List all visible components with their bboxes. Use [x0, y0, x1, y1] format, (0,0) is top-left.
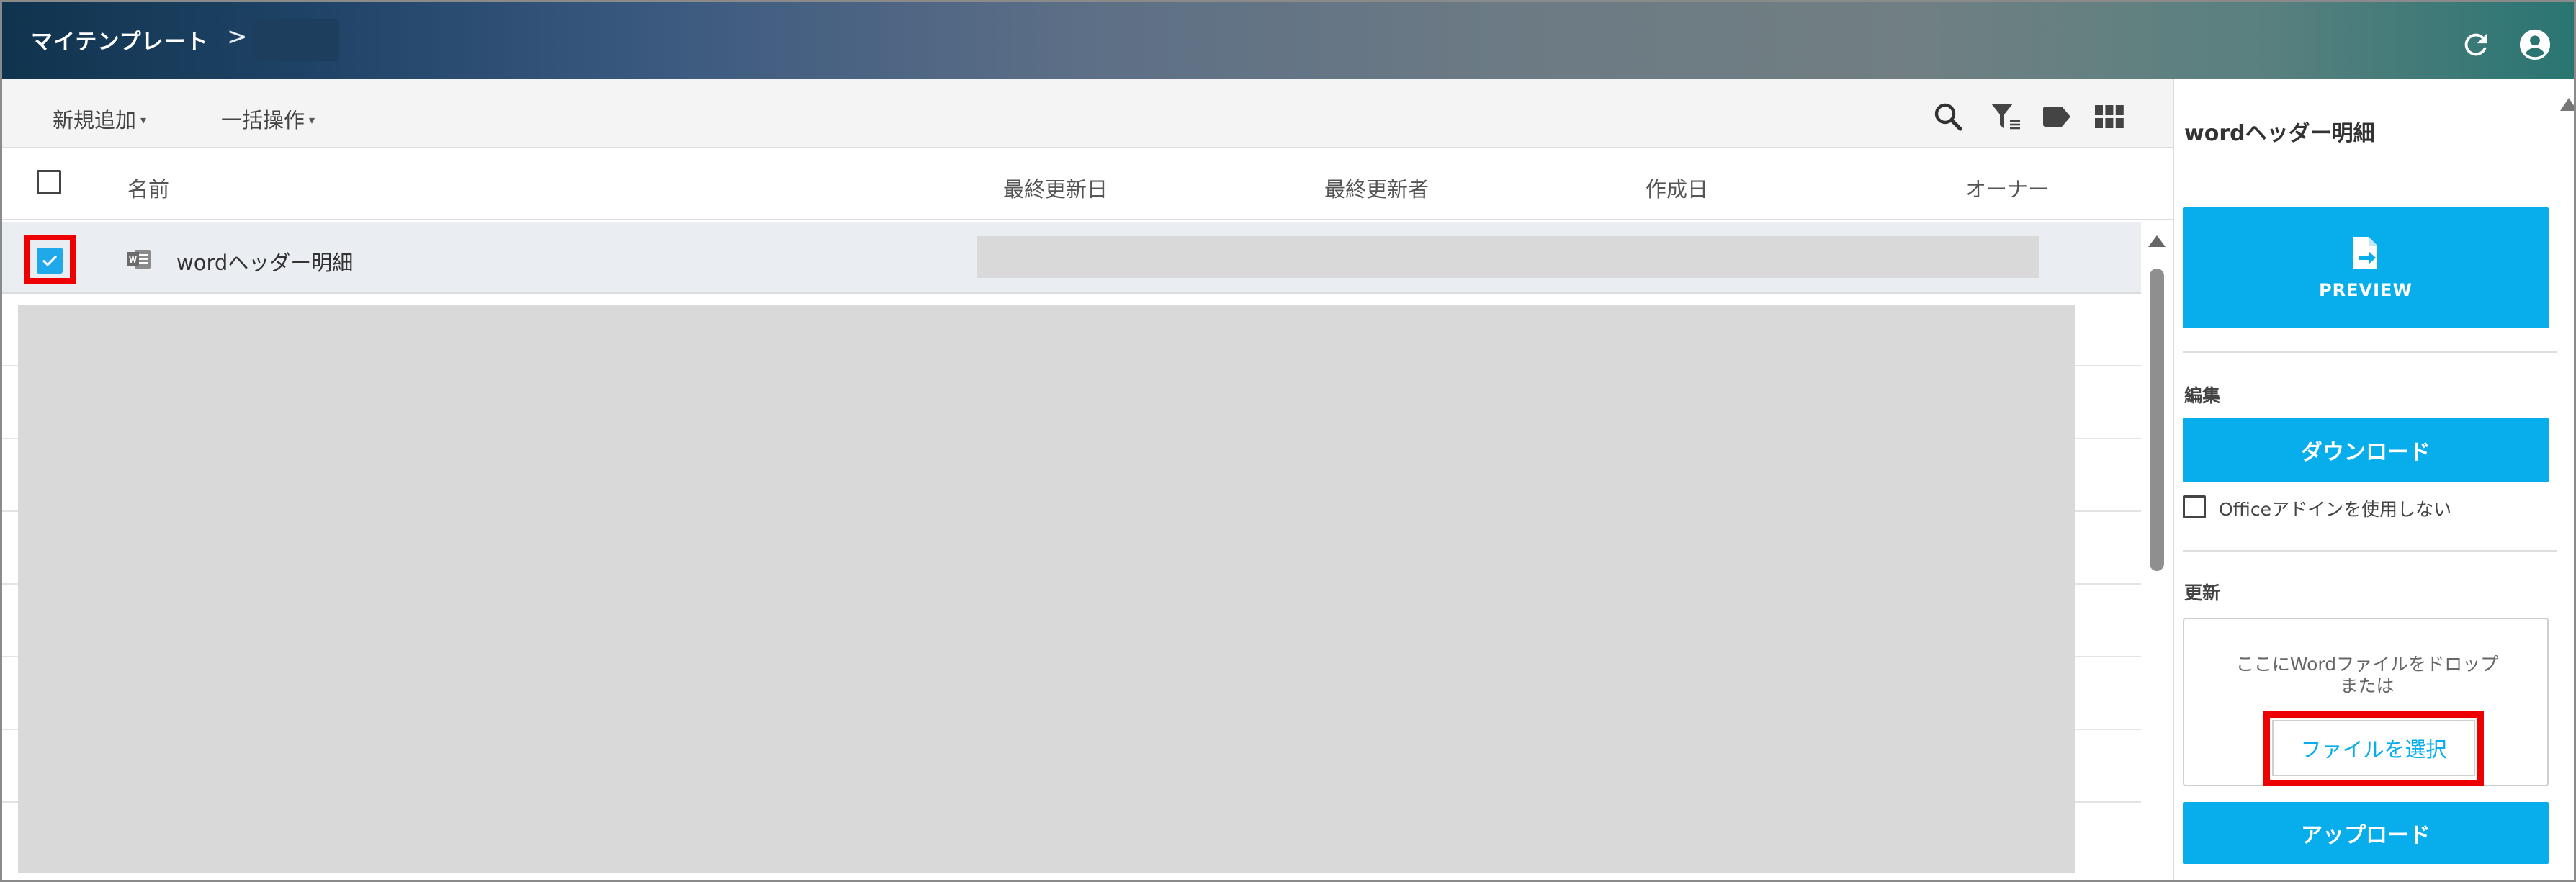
bulk-ops-menu[interactable]: 一括操作 ▾ [221, 104, 315, 134]
toolbar: 新規追加 ▾ 一括操作 ▾ [2, 79, 2173, 148]
breadcrumb-chevron-icon: > [227, 22, 248, 51]
caret-down-icon: ▾ [140, 112, 147, 127]
file-export-icon [2353, 237, 2377, 269]
dropzone-or: または [2340, 675, 2395, 696]
app-window: マイテンプレート > 新規追加 ▾ 一括操作 ▾ 名前 最終更新日 最終更新者 … [0, 0, 2576, 882]
app-header: マイテンプレート > [2, 2, 2574, 79]
filter-icon[interactable] [1987, 98, 2024, 135]
dropzone-text: ここにWordファイルをドロップ または [2184, 654, 2550, 697]
column-header-name[interactable]: 名前 [127, 173, 169, 203]
download-button[interactable]: ダウンロード [2183, 418, 2549, 482]
table-header: 名前 最終更新日 最終更新者 作成日 オーナー [2, 148, 2173, 220]
panel-divider [2183, 351, 2557, 353]
breadcrumb-title[interactable]: マイテンプレート [31, 24, 209, 55]
new-add-menu[interactable]: 新規追加 ▾ [53, 104, 146, 134]
upload-label: アップロード [2301, 823, 2431, 848]
dropzone-instruction: ここにWordファイルをドロップ [2235, 654, 2499, 675]
upload-button[interactable]: アップロード [2183, 802, 2549, 864]
column-header-last-modified-by[interactable]: 最終更新者 [1324, 173, 1429, 203]
column-header-last-modified[interactable]: 最終更新日 [1003, 173, 1108, 203]
office-addin-checkbox[interactable] [2183, 495, 2206, 518]
file-dropzone[interactable]: ここにWordファイルをドロップ または ファイルを選択 [2183, 618, 2549, 786]
table-row[interactable]: wordヘッダー明細 [2, 222, 2141, 294]
row-details-redacted [977, 236, 2039, 278]
details-panel: wordヘッダー明細 PREVIEW 編集 ダウンロード Officeアドインを… [2173, 79, 2574, 880]
column-header-created[interactable]: 作成日 [1646, 173, 1708, 203]
panel-divider [2183, 550, 2557, 552]
panel-title: wordヘッダー明細 [2184, 121, 2375, 146]
check-icon [42, 256, 57, 266]
download-label: ダウンロード [2301, 440, 2431, 465]
select-all-checkbox[interactable] [37, 170, 61, 194]
row-checkbox[interactable] [37, 248, 63, 274]
panel-scroll-up-arrow-icon[interactable] [2560, 98, 2574, 111]
tag-icon[interactable] [2037, 98, 2075, 135]
table-content-redacted [18, 305, 2075, 873]
choose-file-button[interactable]: ファイルを選択 [2272, 720, 2475, 776]
edit-section-label: 編集 [2184, 385, 2221, 406]
row-name[interactable]: wordヘッダー明細 [176, 246, 353, 276]
scroll-thumb[interactable] [2150, 269, 2164, 571]
caret-down-icon: ▾ [309, 112, 315, 127]
office-addin-label[interactable]: Officeアドインを使用しない [2219, 495, 2451, 521]
account-icon[interactable] [2518, 28, 2552, 61]
breadcrumb-redacted [253, 19, 339, 61]
bulk-ops-label: 一括操作 [221, 108, 305, 132]
word-file-icon [127, 250, 151, 269]
new-add-label: 新規追加 [53, 108, 137, 132]
choose-file-label: ファイルを選択 [2300, 737, 2447, 762]
search-icon[interactable] [1929, 98, 1967, 135]
update-section-label: 更新 [2184, 582, 2221, 603]
preview-button[interactable]: PREVIEW [2183, 207, 2549, 328]
grid-view-icon[interactable] [2091, 98, 2128, 135]
refresh-icon[interactable] [2459, 28, 2492, 61]
preview-label: PREVIEW [2319, 280, 2413, 300]
column-header-owner[interactable]: オーナー [1965, 173, 2049, 203]
scroll-up-arrow-icon[interactable] [2148, 235, 2166, 247]
